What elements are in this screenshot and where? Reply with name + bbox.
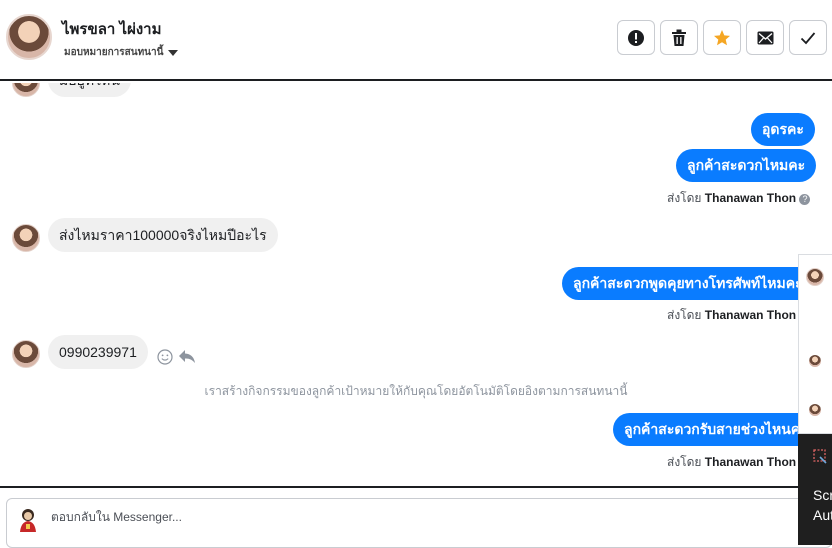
sent-by-prefix: ส่งโดย (667, 191, 702, 205)
sent-by-label: ส่งโดย Thanawan Thon (667, 306, 796, 325)
contact-avatar-small (12, 224, 40, 252)
outgoing-message[interactable]: ลูกค้าสะดวกรับสายช่วงไหนคะ (613, 413, 819, 446)
page-avatar-icon (20, 509, 36, 532)
incoming-message[interactable]: 0990239971 (48, 335, 148, 369)
notification-title: Scr (813, 487, 832, 503)
screenshot-notification[interactable]: Scr Aut (798, 434, 832, 545)
trash-icon (672, 29, 686, 46)
side-popup-panel: Scr Aut (798, 254, 832, 545)
conversation-header: ไพรขลา ไผ่งาม มอบหมายการสนทนานี้ (0, 0, 832, 81)
sent-by-label: ส่งโดย Thanawan Thon ? (667, 189, 811, 208)
done-button[interactable] (789, 20, 827, 55)
contact-avatar[interactable] (6, 14, 52, 60)
contact-avatar-small (12, 340, 40, 368)
envelope-icon (757, 31, 773, 44)
reply-icon[interactable] (178, 349, 196, 364)
sent-by-prefix: ส่งโดย (667, 308, 702, 322)
preview-avatar (809, 404, 821, 416)
notification-subtitle: Aut (813, 507, 832, 523)
preview-avatar (809, 355, 821, 367)
sent-by-prefix: ส่งโดย (667, 455, 702, 469)
spam-button[interactable] (617, 20, 655, 55)
outgoing-message[interactable]: ลูกค้าสะดวกพูดคุยทางโทรศัพท์ไหมคะ (562, 267, 814, 300)
star-icon (714, 29, 730, 45)
sent-by-name: Thanawan Thon (704, 455, 797, 469)
reply-input[interactable] (51, 510, 751, 524)
incoming-message[interactable]: ส่งไหมราคา100000จริงไหมปีอะไร (48, 218, 278, 252)
caret-down-icon (168, 49, 179, 56)
reply-composer[interactable] (6, 498, 832, 548)
composer-divider (0, 486, 832, 488)
star-button[interactable] (703, 20, 741, 55)
help-icon[interactable]: ? (799, 194, 811, 205)
contact-avatar-small (12, 83, 40, 97)
message-thread[interactable]: มีอยู่ที่ไหน อุดรคะ ลูกค้าสะดวกไหมคะ ส่ง… (0, 83, 832, 486)
assign-label: มอบหมายการสนทนานี้ (64, 47, 164, 58)
outgoing-message[interactable]: ลูกค้าสะดวกไหมคะ (676, 149, 817, 182)
outgoing-message[interactable]: อุดรคะ (751, 113, 815, 146)
incoming-message[interactable]: มีอยู่ที่ไหน (48, 83, 131, 97)
contact-name[interactable]: ไพรขลา ไผ่งาม (62, 17, 162, 41)
checkmark-icon (800, 31, 816, 44)
system-note: เราสร้างกิจกรรมของลูกค้าเป้าหมายให้กับคุ… (204, 384, 628, 398)
assign-conversation-dropdown[interactable]: มอบหมายการสนทนานี้ (64, 45, 179, 60)
delete-button[interactable] (660, 20, 698, 55)
mark-unread-button[interactable] (746, 20, 784, 55)
side-preview-card[interactable] (798, 254, 832, 434)
alert-icon (628, 29, 644, 46)
sent-by-name: Thanawan Thon (704, 191, 797, 205)
screenshot-icon (813, 449, 827, 464)
preview-avatar (806, 268, 824, 286)
emoji-reaction-icon[interactable] (157, 349, 173, 365)
sent-by-name: Thanawan Thon (704, 308, 797, 322)
sent-by-label: ส่งโดย Thanawan Thon (667, 453, 796, 472)
